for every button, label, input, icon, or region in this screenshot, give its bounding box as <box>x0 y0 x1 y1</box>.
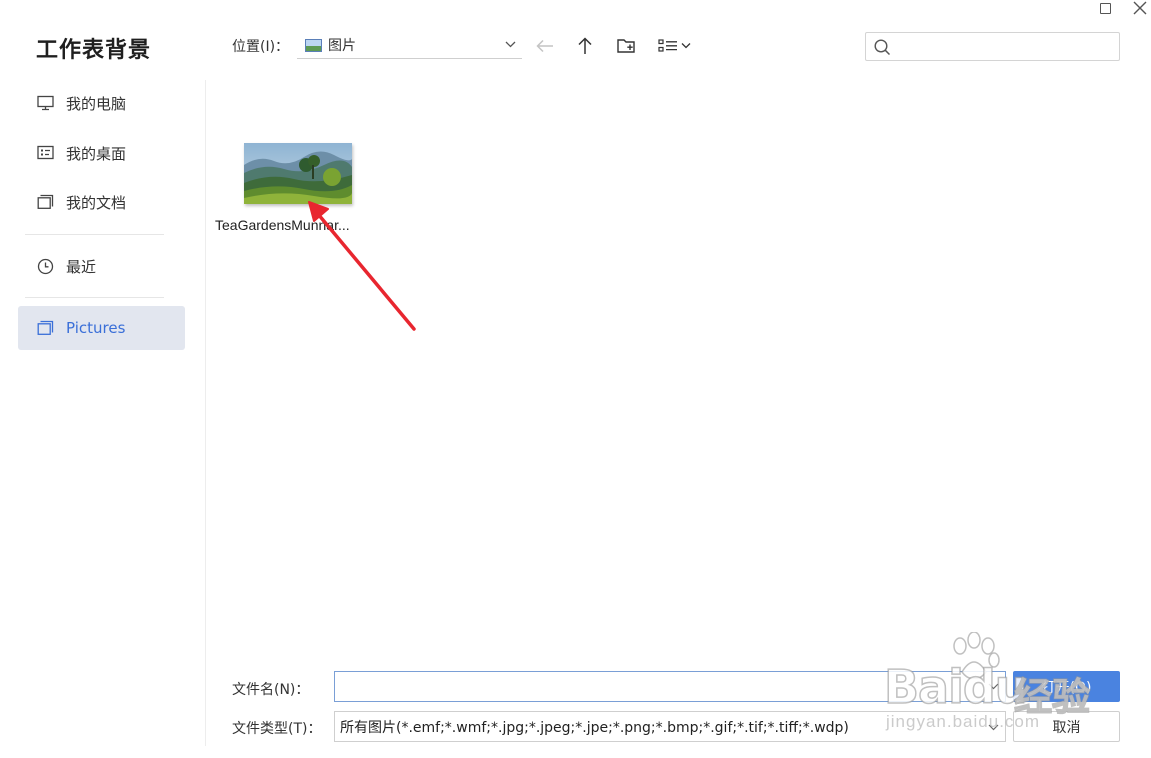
location-value: 图片 <box>328 38 356 54</box>
up-button[interactable] <box>572 34 598 58</box>
up-arrow-icon <box>578 37 592 54</box>
image-thumbnail <box>244 143 352 204</box>
sidebar-divider <box>25 297 164 298</box>
close-button[interactable] <box>1127 0 1151 16</box>
dialog-title: 工作表背景 <box>36 38 152 63</box>
sidebar-item-my-desktop[interactable]: 我的桌面 <box>18 131 185 175</box>
new-folder-icon <box>616 39 635 53</box>
filetype-label: 文件类型(T)： <box>232 721 322 737</box>
search-input[interactable] <box>866 33 1119 60</box>
filetype-value: 所有图片(*.emf;*.wmf;*.jpg;*.jpeg;*.jpe;*.pn… <box>340 719 849 736</box>
sidebar-item-label: 最近 <box>66 257 97 276</box>
chevron-down-icon <box>505 37 516 51</box>
new-folder-button[interactable] <box>613 34 639 58</box>
search-box[interactable] <box>865 32 1120 61</box>
sidebar-item-label: 我的桌面 <box>66 144 127 163</box>
open-button[interactable]: 打开(O) <box>1013 671 1120 702</box>
file-name: TeaGardensMunnar... <box>215 217 350 233</box>
view-mode-button[interactable] <box>656 34 696 58</box>
pictures-folder-icon <box>305 38 322 52</box>
back-button[interactable] <box>532 34 558 58</box>
filetype-dropdown[interactable]: 所有图片(*.emf;*.wmf;*.jpg;*.jpeg;*.jpe;*.pn… <box>334 711 1006 742</box>
maximize-icon <box>1099 2 1111 14</box>
filename-field[interactable] <box>334 671 1006 702</box>
sidebar-item-pictures[interactable]: Pictures <box>18 306 185 350</box>
sidebar-item-label: Pictures <box>66 319 126 337</box>
chevron-down-icon[interactable] <box>988 681 999 693</box>
sidebar-item-label: 我的电脑 <box>66 94 127 113</box>
documents-icon <box>36 193 54 211</box>
view-mode-icon <box>658 39 691 52</box>
maximize-button[interactable] <box>1092 0 1118 16</box>
file-list: TeaGardensMunnar... <box>207 80 1151 665</box>
filename-label: 文件名(N)： <box>232 682 310 698</box>
folder-icon <box>36 319 54 337</box>
sidebar-item-my-documents[interactable]: 我的文档 <box>18 180 185 224</box>
sidebar-item-my-computer[interactable]: 我的电脑 <box>18 81 185 125</box>
location-dropdown[interactable]: 图片 <box>297 32 522 59</box>
sidebar-divider <box>25 234 164 235</box>
desktop-icon <box>36 144 54 162</box>
location-label: 位置(I)： <box>232 39 290 55</box>
monitor-icon <box>36 94 54 112</box>
back-arrow-icon <box>536 39 553 53</box>
search-icon <box>874 39 891 61</box>
close-icon <box>1133 1 1147 15</box>
sidebar-item-label: 我的文档 <box>66 193 127 212</box>
sidebar: 我的电脑 我的桌面 我的文档 最近 Pictures <box>0 80 206 746</box>
chevron-down-icon <box>988 721 999 734</box>
clock-icon <box>36 257 54 275</box>
sidebar-item-recent[interactable]: 最近 <box>18 244 185 288</box>
cancel-button[interactable]: 取消 <box>1013 711 1120 742</box>
filename-input[interactable] <box>335 672 1005 701</box>
